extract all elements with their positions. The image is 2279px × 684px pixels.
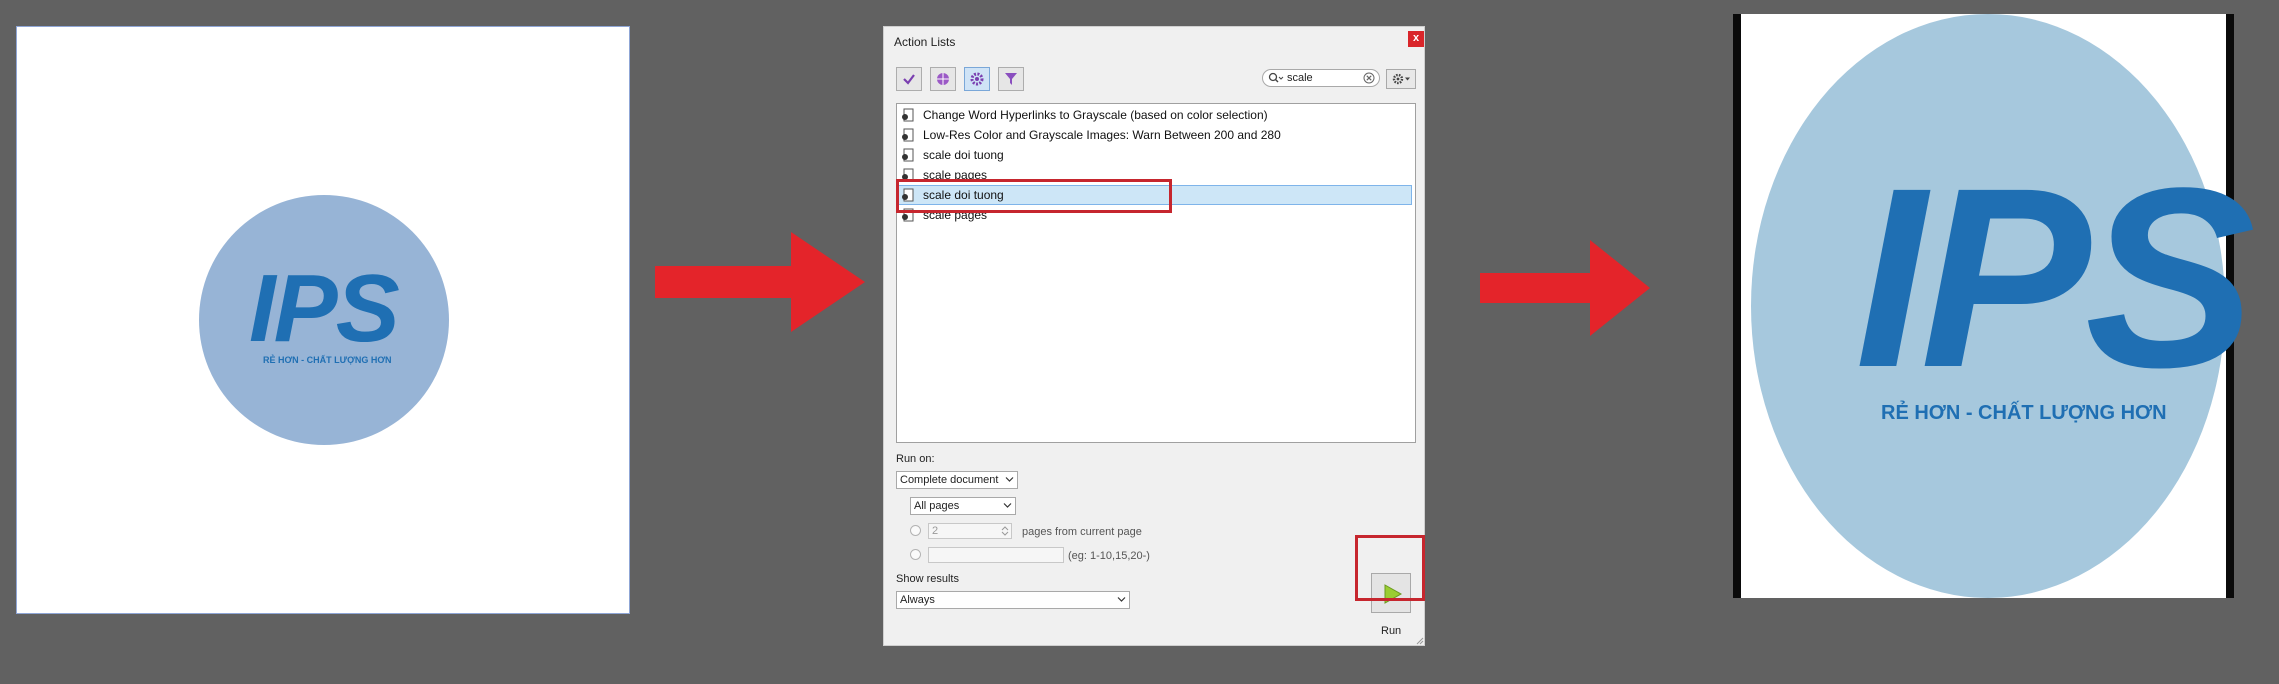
run-label: Run	[1381, 625, 1402, 637]
action-item[interactable]: Low-Res Color and Grayscale Images: Warn…	[899, 126, 1411, 144]
action-item[interactable]: Change Word Hyperlinks to Grayscale (bas…	[899, 106, 1411, 124]
gear-icon	[1392, 73, 1410, 85]
logo-circle: IPS RẺ HƠN - CHẤT LƯỢNG HƠN	[199, 195, 449, 445]
globe-icon	[937, 73, 949, 85]
run-on-label: Run on:	[896, 453, 935, 465]
close-button[interactable]: x	[1408, 31, 1424, 47]
action-label: Change Word Hyperlinks to Grayscale (bas…	[923, 108, 1268, 122]
action-document-icon	[902, 108, 914, 122]
show-results-label: Show results	[896, 573, 959, 585]
filter-icon	[1005, 73, 1017, 85]
action-document-icon	[902, 128, 914, 142]
page-range-hint: (eg: 1-10,15,20-)	[1068, 550, 1150, 562]
chevron-down-icon	[1117, 597, 1126, 602]
highlight-box	[896, 179, 1172, 213]
gear-filter-button[interactable]	[964, 67, 990, 91]
pages-from-current-label: pages from current page	[1022, 526, 1142, 538]
action-lists-dialog: Action Lists x Change	[883, 26, 1425, 646]
arrow-right-icon	[1480, 240, 1650, 336]
action-label: Low-Res Color and Grayscale Images: Warn…	[923, 128, 1281, 142]
logo-tagline: RẺ HƠN - CHẤT LƯỢNG HƠN	[1881, 402, 2167, 424]
page-range-radio[interactable]	[910, 549, 921, 560]
stepper-arrows-icon	[1001, 526, 1009, 536]
resize-grip-icon[interactable]	[1414, 635, 1424, 645]
globe-filter-button[interactable]	[930, 67, 956, 91]
search-box	[1262, 69, 1380, 87]
checkmark-filter-button[interactable]	[896, 67, 922, 91]
pages-count-stepper[interactable]: 2	[928, 523, 1012, 539]
highlight-box	[1355, 535, 1425, 601]
run-on-scope-select[interactable]: Complete document	[896, 471, 1018, 489]
original-page: IPS RẺ HƠN - CHẤT LƯỢNG HƠN	[16, 26, 630, 614]
gear-icon	[970, 72, 984, 86]
page-range-input[interactable]	[928, 547, 1064, 563]
logo-tagline: RẺ HƠN - CHẤT LƯỢNG HƠN	[263, 355, 392, 365]
search-input[interactable]	[1287, 71, 1357, 85]
pages-value: All pages	[914, 500, 960, 512]
pages-from-current-radio[interactable]	[910, 525, 921, 536]
action-list: Change Word Hyperlinks to Grayscale (bas…	[896, 103, 1416, 443]
show-results-value: Always	[900, 594, 935, 606]
run-on-scope-value: Complete document	[900, 474, 999, 486]
pages-count-value: 2	[932, 525, 939, 537]
show-results-select[interactable]: Always	[896, 591, 1130, 609]
action-item[interactable]: scale doi tuong	[899, 146, 1411, 164]
result-page: IPS RẺ HƠN - CHẤT LƯỢNG HƠN	[1733, 14, 2256, 598]
options-menu-button[interactable]	[1386, 69, 1416, 89]
search-icon	[1268, 72, 1284, 83]
chevron-down-icon	[1003, 503, 1012, 508]
pages-select[interactable]: All pages	[910, 497, 1016, 515]
action-label: scale doi tuong	[923, 148, 1004, 162]
action-document-icon	[902, 148, 914, 162]
arrow-right-icon	[655, 232, 865, 332]
checkmark-icon	[903, 74, 915, 85]
logo-text: IPS	[249, 255, 400, 362]
dialog-title: Action Lists	[894, 35, 956, 49]
logo-ellipse-scaled: IPS RẺ HƠN - CHẤT LƯỢNG HƠN	[1751, 14, 2256, 598]
funnel-filter-button[interactable]	[998, 67, 1024, 91]
chevron-down-icon	[1005, 477, 1014, 482]
clear-search-icon[interactable]	[1363, 72, 1375, 84]
logo-text: IPS	[1855, 135, 2256, 421]
